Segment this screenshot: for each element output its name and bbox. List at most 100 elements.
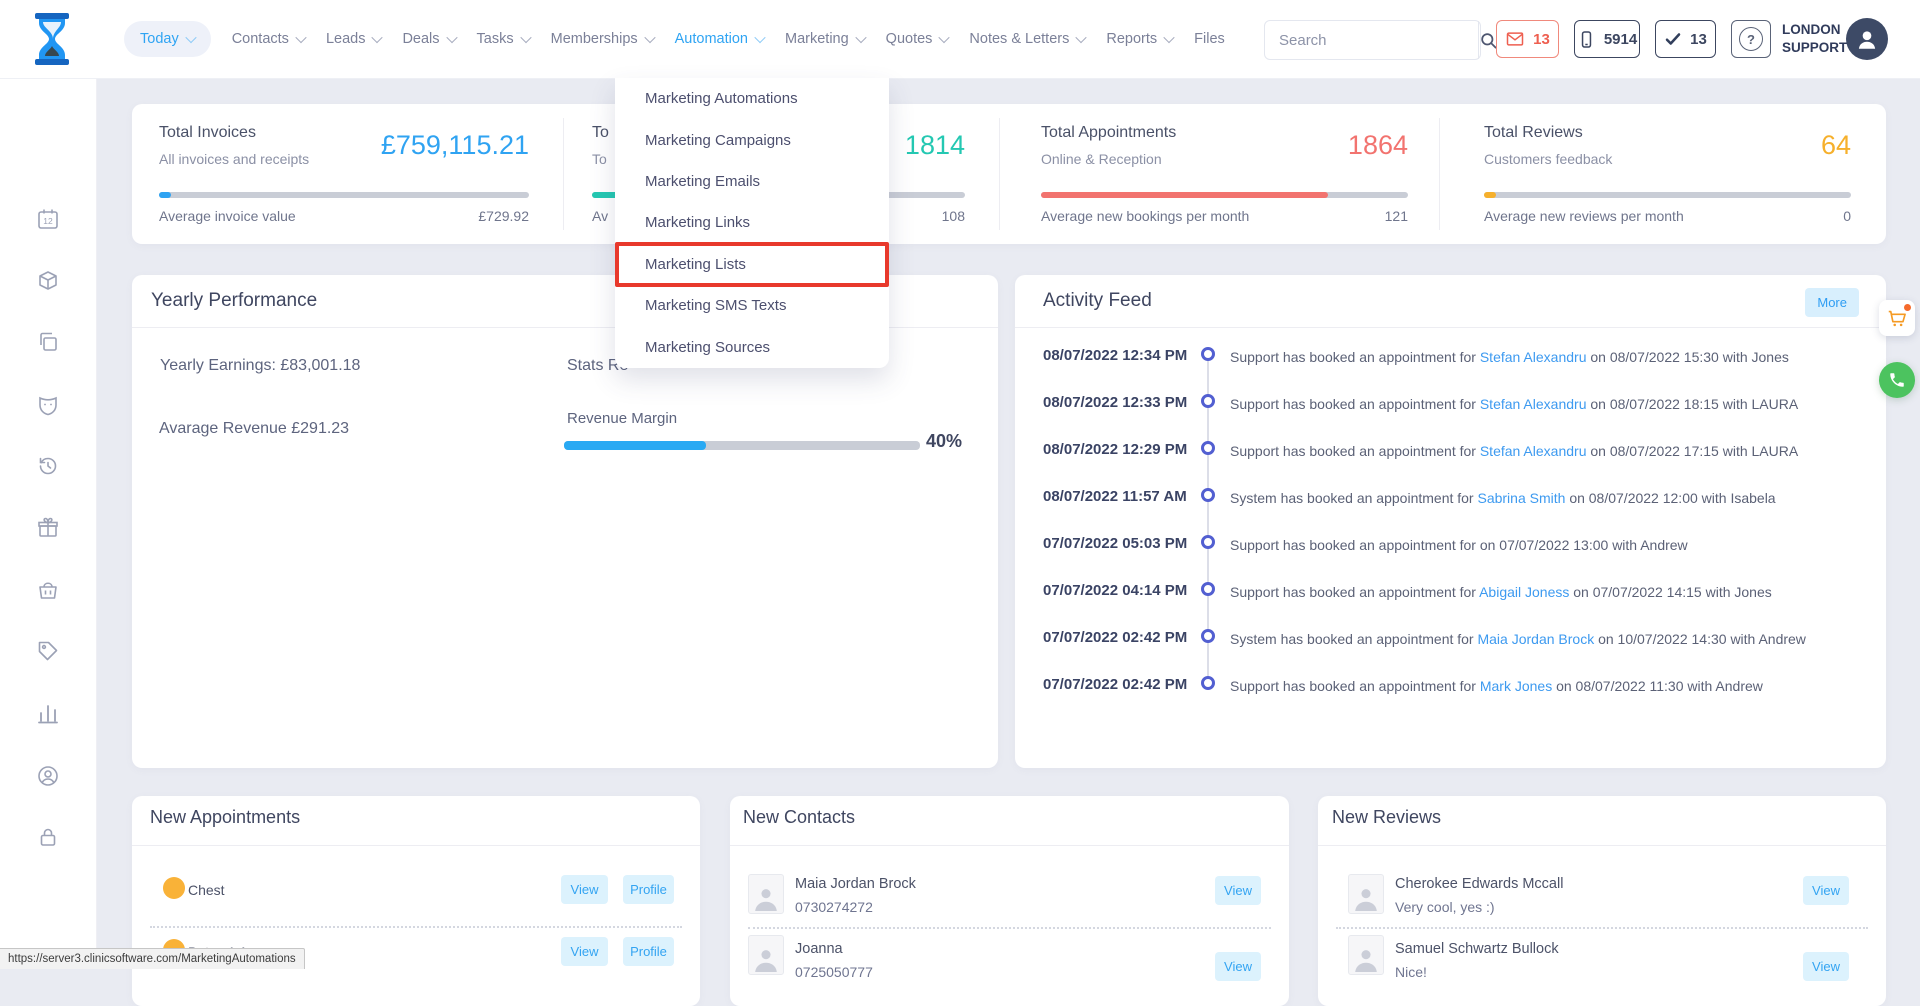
mask-icon[interactable] (36, 393, 60, 417)
menu-item-marketing-emails[interactable]: Marketing Emails (615, 161, 889, 202)
view-button[interactable]: View (1803, 952, 1849, 981)
automation-dropdown-menu: Marketing Automations Marketing Campaign… (615, 78, 889, 368)
more-button[interactable]: More (1805, 288, 1859, 317)
envelope-icon (1505, 29, 1525, 49)
panel-title: New Contacts (743, 807, 855, 828)
contact-link[interactable]: Mark Jones (1480, 678, 1552, 694)
nav-notes-letters[interactable]: Notes & Letters (969, 31, 1085, 47)
contact-name: Maia Jordan Brock (795, 876, 916, 892)
divider (999, 118, 1000, 230)
contact-link[interactable]: Stefan Alexandru (1480, 349, 1587, 365)
view-button[interactable]: View (1215, 876, 1261, 905)
contact-avatar (748, 935, 784, 975)
email-notifications-badge[interactable]: 13 (1496, 20, 1559, 58)
card-title: Total Appointments (1041, 124, 1176, 142)
chart-icon[interactable] (36, 701, 60, 725)
new-contacts-panel: New Contacts Maia Jordan Brock 073027427… (730, 796, 1289, 1006)
phone-icon (1888, 371, 1906, 389)
lock-icon[interactable] (36, 825, 60, 849)
view-button[interactable]: View (561, 875, 608, 904)
person-icon (1854, 26, 1880, 52)
chevron-down-icon (855, 32, 866, 43)
contact-link[interactable]: Stefan Alexandru (1480, 396, 1587, 412)
view-button[interactable]: View (561, 937, 608, 966)
menu-item-marketing-campaigns[interactable]: Marketing Campaigns (615, 119, 889, 160)
contact-link[interactable]: Abigail Joness (1479, 584, 1569, 600)
location-label: LONDON SUPPORT (1782, 21, 1847, 57)
feed-time: 07/07/2022 05:03 PM (1043, 535, 1187, 552)
email-count: 13 (1533, 31, 1550, 48)
help-button[interactable]: ? (1731, 20, 1771, 58)
chevron-down-icon (939, 32, 950, 43)
package-icon[interactable] (36, 268, 60, 292)
feed-time: 08/07/2022 11:57 AM (1043, 488, 1187, 505)
feed-text: Support has booked an appointment for Ma… (1230, 678, 1874, 694)
search-input[interactable] (1265, 32, 1478, 49)
history-icon[interactable] (36, 454, 60, 478)
review-comment: Very cool, yes :) (1395, 899, 1495, 915)
feed-text: Support has booked an appointment for St… (1230, 443, 1874, 459)
nav-quotes[interactable]: Quotes (886, 31, 949, 47)
nav-today[interactable]: Today (124, 21, 211, 57)
call-floating-button[interactable] (1879, 362, 1915, 398)
revenue-margin-label: Revenue Margin (567, 410, 677, 427)
basket-icon[interactable] (36, 578, 60, 602)
tasks-badge[interactable]: 13 (1655, 20, 1716, 58)
menu-item-marketing-lists[interactable]: Marketing Lists (615, 244, 889, 285)
view-button[interactable]: View (1803, 876, 1849, 905)
menu-item-marketing-automations[interactable]: Marketing Automations (615, 78, 889, 119)
nav-automation[interactable]: Automation (675, 31, 764, 47)
nav-tasks[interactable]: Tasks (477, 31, 530, 47)
feed-time: 08/07/2022 12:29 PM (1043, 441, 1187, 458)
nav-deals[interactable]: Deals (402, 31, 455, 47)
contact-link[interactable]: Maia Jordan Brock (1477, 631, 1594, 647)
view-button[interactable]: View (1215, 952, 1261, 981)
card-value: 64 (1614, 130, 1851, 161)
stats-cards: Total Invoices All invoices and receipts… (132, 104, 1886, 244)
appointment-label: Chest (188, 882, 225, 898)
card-title: Total Invoices (159, 124, 256, 142)
person-placeholder-icon (753, 883, 779, 913)
feed-entry: 08/07/2022 12:34 PM Support has booked a… (1015, 346, 1886, 393)
gift-icon[interactable] (36, 516, 60, 540)
search-button[interactable] (1478, 21, 1498, 59)
feed-entry: 08/07/2022 12:33 PM Support has booked a… (1015, 393, 1886, 440)
chevron-down-icon (1163, 32, 1174, 43)
chevron-down-icon (446, 32, 457, 43)
menu-item-marketing-sms-texts[interactable]: Marketing SMS Texts (615, 285, 889, 326)
tag-icon[interactable] (36, 639, 60, 663)
user-avatar[interactable] (1846, 18, 1888, 60)
card-subtitle: Online & Reception (1041, 151, 1162, 167)
profile-button[interactable]: Profile (623, 875, 674, 904)
calendar-icon[interactable]: 12 (36, 207, 60, 231)
chevron-down-icon (754, 32, 765, 43)
menu-item-marketing-sources[interactable]: Marketing Sources (615, 327, 889, 368)
reviewer-name: Cherokee Edwards Mccall (1395, 876, 1563, 892)
clinicsoftware-logo[interactable] (30, 13, 74, 65)
nav-files[interactable]: Files (1194, 31, 1225, 47)
sms-notifications-badge[interactable]: 5914 (1574, 20, 1640, 58)
chevron-down-icon (372, 32, 383, 43)
reviewer-avatar (1348, 935, 1384, 975)
panel-title: New Reviews (1332, 807, 1441, 828)
divider (1336, 927, 1868, 929)
nav-reports[interactable]: Reports (1106, 31, 1173, 47)
person-placeholder-icon (753, 944, 779, 974)
support-icon[interactable] (36, 764, 60, 788)
timeline-dot-icon (1201, 394, 1215, 408)
profile-button[interactable]: Profile (623, 937, 674, 966)
card-footer-label: Average new bookings per month (1041, 208, 1249, 224)
timeline-dot-icon (1201, 441, 1215, 455)
cart-floating-button[interactable] (1879, 300, 1915, 336)
nav-marketing[interactable]: Marketing (785, 31, 865, 47)
nav-memberships[interactable]: Memberships (551, 31, 654, 47)
contact-link[interactable]: Stefan Alexandru (1480, 443, 1587, 459)
contact-link[interactable]: Sabrina Smith (1477, 490, 1565, 506)
contact-name: Joanna (795, 941, 843, 957)
nav-contacts[interactable]: Contacts (232, 31, 305, 47)
tasks-count: 13 (1690, 31, 1707, 48)
copy-icon[interactable] (36, 330, 60, 354)
menu-item-marketing-links[interactable]: Marketing Links (615, 202, 889, 243)
nav-leads[interactable]: Leads (326, 31, 382, 47)
reviewer-avatar (1348, 874, 1384, 914)
